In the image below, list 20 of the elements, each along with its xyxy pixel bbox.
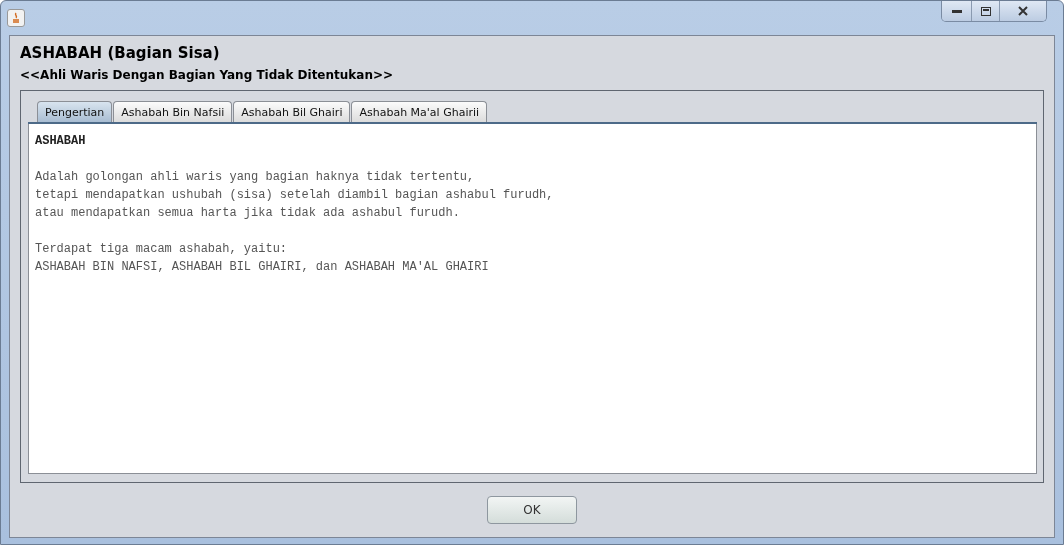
close-button[interactable] <box>1000 1 1046 21</box>
text-heading: ASHABAH <box>35 133 87 150</box>
dialog-subheading: <<Ahli Waris Dengan Bagian Yang Tidak Ditentukan>> <box>20 68 395 82</box>
text-line: ASHABAH BIN NAFSI, ASHABAH BIL GHAIRI, dan ASHABAH MA'AL GHAIRI <box>35 259 490 276</box>
maximize-icon <box>980 6 991 16</box>
ok-button[interactable]: OK <box>487 496 577 524</box>
text-line: tetapi mendapatkan ushubah (sisa) setelah diambil bagian ashabul furudh, <box>35 187 555 204</box>
minimize-icon <box>951 9 962 13</box>
tab[interactable]: Ashabah Bil Ghairi <box>233 101 351 122</box>
close-icon <box>1018 6 1028 16</box>
tab[interactable]: Pengertian <box>37 101 113 122</box>
text-line: Terdapat tiga macam ashabah, yaitu: <box>35 241 289 258</box>
tab[interactable]: Ashabah Ma'al Ghairii <box>351 101 488 122</box>
app-icon <box>7 9 25 27</box>
minimize-button[interactable] <box>942 1 972 21</box>
text-line: Adalah golongan ahli waris yang bagian haknya tidak tertentu, <box>35 169 476 186</box>
dialog-heading: ASHABAH (Bagian Sisa) <box>20 44 221 62</box>
text-line: atau mendapatkan semua harta jika tidak ada ashabul furudh. <box>35 205 461 222</box>
maximize-button[interactable] <box>972 1 1000 21</box>
tab[interactable]: Ashabah Bin Nafsii <box>113 101 233 122</box>
